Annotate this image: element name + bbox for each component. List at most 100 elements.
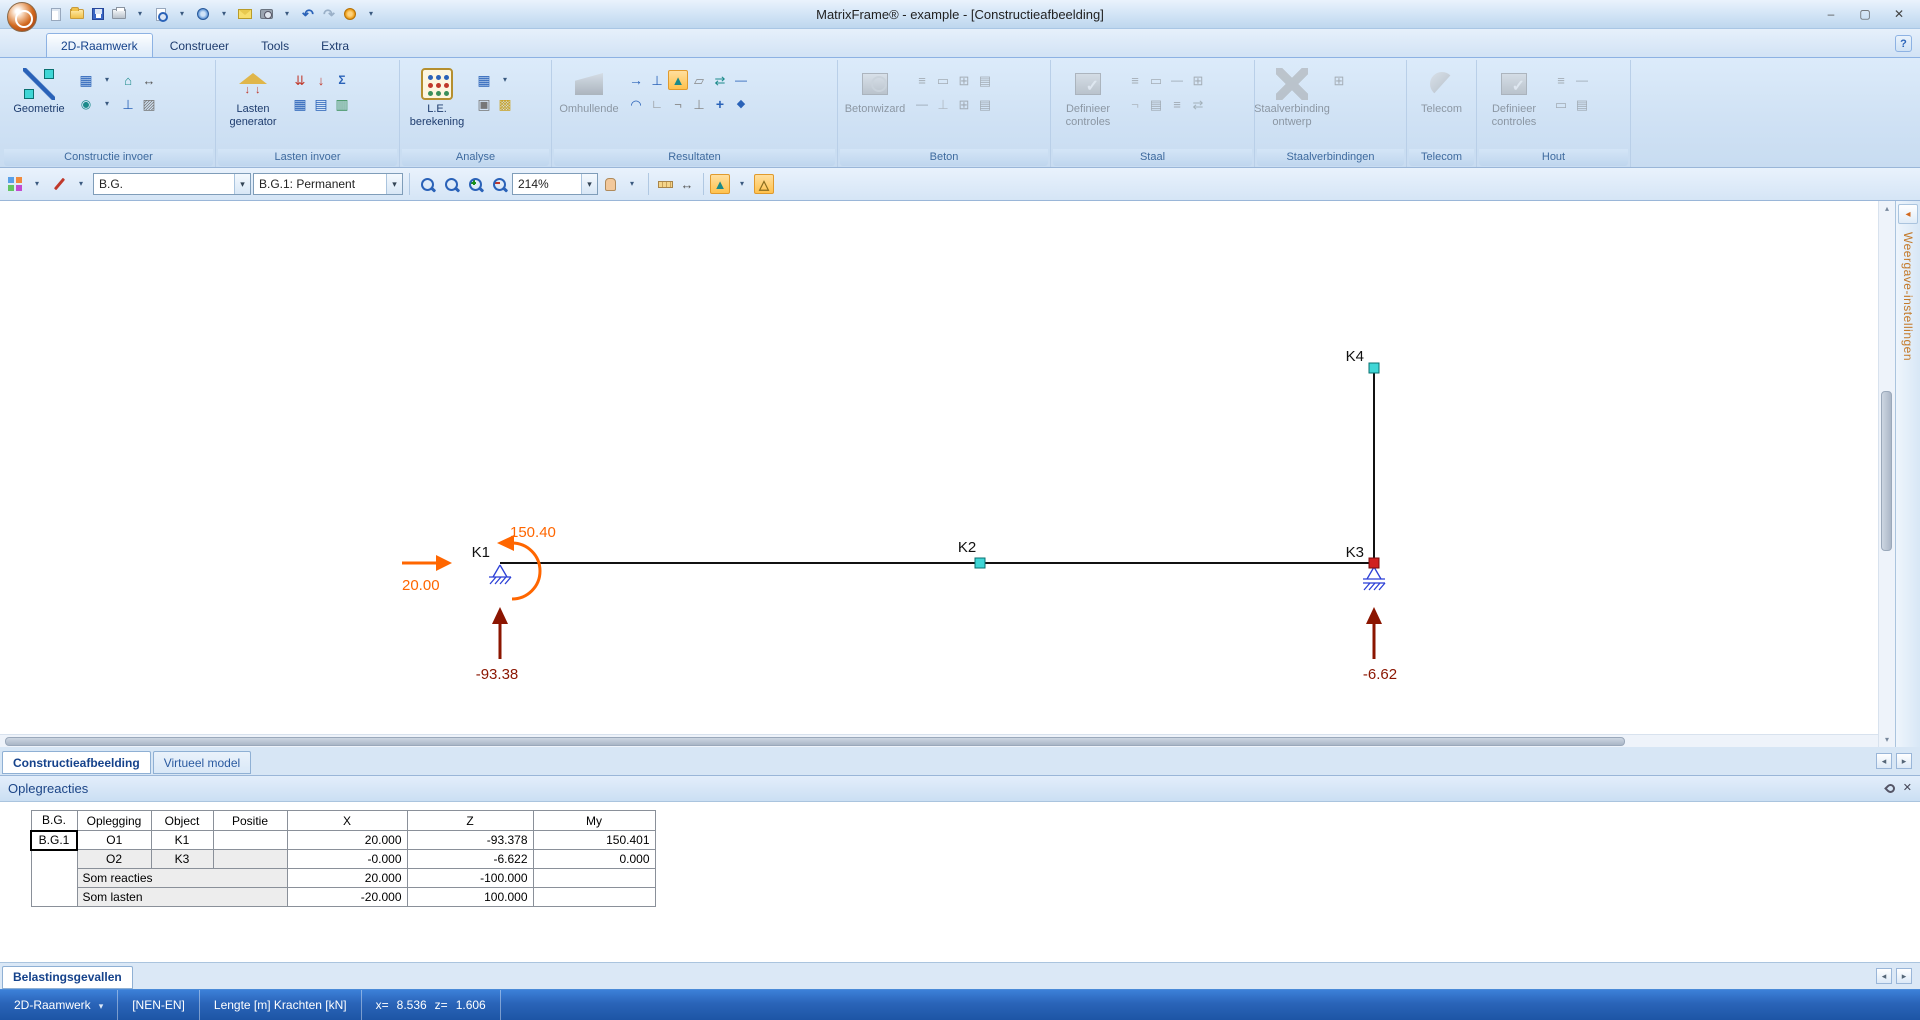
moment-diagram-button[interactable]	[668, 70, 688, 90]
horizontal-load[interactable]: 20.00	[402, 555, 452, 594]
cell-z[interactable]: -93.378	[407, 831, 533, 850]
tab-construeer[interactable]: Construeer	[155, 33, 244, 57]
material-hatch-button[interactable]	[139, 94, 159, 114]
analysis-options-button[interactable]	[495, 94, 515, 114]
point-load-button[interactable]	[311, 70, 331, 90]
minimize-button[interactable]: –	[1816, 4, 1846, 24]
concrete-reinforcement-button[interactable]	[954, 70, 974, 90]
module-selector[interactable]: 2D-Raamwerk	[0, 990, 118, 1020]
distributed-load-button[interactable]	[290, 70, 310, 90]
horizontal-scrollbar-thumb[interactable]	[5, 737, 1625, 746]
cell-x[interactable]: -20.000	[287, 888, 407, 907]
view-tabs-scroll-left[interactable]	[1876, 753, 1892, 769]
cell-object[interactable]: K3	[151, 850, 213, 869]
header-positie[interactable]: Positie	[213, 811, 287, 831]
tools-button[interactable]	[193, 3, 213, 25]
load-combinations-button[interactable]	[332, 70, 352, 90]
steel-stability-button[interactable]	[1125, 94, 1145, 114]
canvas[interactable]: K1 K2 K3 K4 20.00	[0, 201, 1878, 747]
rotation-button[interactable]	[647, 94, 667, 114]
concrete-beam-button[interactable]	[912, 70, 932, 90]
probe-tool-dropdown[interactable]	[71, 174, 91, 194]
timber-report-button[interactable]	[1572, 94, 1592, 114]
undo-button[interactable]	[298, 3, 318, 25]
deflection-button[interactable]	[626, 94, 646, 114]
horizontal-scrollbar[interactable]	[0, 734, 1878, 747]
load-case-combo-dropdown-icon[interactable]	[386, 174, 402, 194]
cell-x[interactable]: 20.000	[287, 831, 407, 850]
support-results-button[interactable]	[689, 94, 709, 114]
load-chart-button[interactable]	[332, 94, 352, 114]
steel-chart-button[interactable]	[1146, 94, 1166, 114]
steel-member-button[interactable]	[1167, 70, 1187, 90]
mail-button[interactable]	[235, 3, 255, 25]
concrete-section-button[interactable]	[933, 70, 953, 90]
cell-my[interactable]: 0.000	[533, 850, 655, 869]
calculation-dropdown[interactable]	[495, 70, 515, 90]
reactions-button[interactable]	[647, 70, 667, 90]
header-oplegging[interactable]: Oplegging	[77, 811, 151, 831]
probe-tool-button[interactable]	[49, 174, 69, 194]
steel-report-button[interactable]	[1167, 94, 1187, 114]
omhullende-button[interactable]: Omhullende	[555, 62, 623, 147]
reaction-k3[interactable]: -6.62	[1363, 607, 1397, 683]
concrete-slab-button[interactable]	[975, 70, 995, 90]
selection-mode-button[interactable]	[5, 174, 25, 194]
tab-2d-raamwerk[interactable]: 2D-Raamwerk	[46, 33, 153, 57]
print-dropdown[interactable]	[130, 3, 150, 25]
cell-z[interactable]: -6.622	[407, 850, 533, 869]
profiles-dropdown[interactable]	[97, 70, 117, 90]
timber-member-button[interactable]	[1551, 70, 1571, 90]
print-preview-button[interactable]	[151, 3, 171, 25]
shear-diagram-button[interactable]	[689, 70, 709, 90]
concrete-column-button[interactable]	[933, 94, 953, 114]
cell-oplegging[interactable]: O1	[77, 831, 151, 850]
header-object[interactable]: Object	[151, 811, 213, 831]
bottom-tabs-scroll-right[interactable]	[1896, 968, 1912, 984]
grid-ruler-button[interactable]	[655, 174, 675, 194]
cell-object[interactable]: K1	[151, 831, 213, 850]
cell-z[interactable]: 100.000	[407, 888, 533, 907]
node-k1[interactable]: K1	[472, 544, 490, 561]
cell-my[interactable]	[533, 869, 655, 888]
scroll-down-arrow[interactable]: ▾	[1879, 732, 1895, 747]
reaction-k1[interactable]: -93.38	[476, 607, 519, 683]
app-menu-button[interactable]	[7, 2, 37, 32]
qat-customize-dropdown[interactable]	[361, 3, 381, 25]
preview-dropdown[interactable]	[172, 3, 192, 25]
steel-optimize-button[interactable]	[1188, 94, 1208, 114]
cell-my[interactable]	[533, 888, 655, 907]
expand-panel-button[interactable]	[1898, 204, 1918, 224]
bottom-tabs-scroll-left[interactable]	[1876, 968, 1892, 984]
tab-constructieafbeelding[interactable]: Constructieafbeelding	[2, 751, 151, 774]
scroll-up-arrow[interactable]: ▴	[1879, 201, 1895, 216]
cell-oplegging[interactable]: O2	[77, 850, 151, 869]
bg-combo-dropdown-icon[interactable]	[234, 174, 250, 194]
cell-sum-label[interactable]: Som lasten	[77, 888, 287, 907]
calculation-settings-button[interactable]	[474, 94, 494, 114]
vertical-scrollbar-thumb[interactable]	[1881, 391, 1892, 551]
calculation-table-button[interactable]	[474, 70, 494, 90]
hout-definieer-controles-button[interactable]: Definieer controles	[1480, 62, 1548, 147]
cell-positie[interactable]	[213, 850, 287, 869]
tab-virtueel-model[interactable]: Virtueel model	[153, 751, 252, 774]
dimensions-toggle-button[interactable]	[677, 174, 697, 194]
concrete-detail-button[interactable]	[954, 94, 974, 114]
capture-button[interactable]	[256, 3, 276, 25]
cell-bg[interactable]: B.G.1	[31, 831, 77, 850]
envelope-line-button[interactable]	[668, 94, 688, 114]
vertical-scrollbar[interactable]: ▴ ▾	[1878, 201, 1895, 747]
open-button[interactable]	[67, 3, 87, 25]
panel-close-icon[interactable]	[1903, 783, 1912, 794]
timber-check-button[interactable]	[1572, 70, 1592, 90]
support-k3[interactable]	[1363, 567, 1385, 590]
connection-check-button[interactable]	[1329, 70, 1349, 90]
settings-button[interactable]	[340, 3, 360, 25]
tab-belastingsgevallen[interactable]: Belastingsgevallen	[2, 966, 133, 989]
steel-check-button[interactable]	[1188, 70, 1208, 90]
cell-my[interactable]: 150.401	[533, 831, 655, 850]
header-bg[interactable]: B.G.	[31, 811, 77, 831]
profiles-button[interactable]	[76, 70, 96, 90]
roof-generator-button[interactable]	[118, 70, 138, 90]
lasten-generator-button[interactable]: Lasten generator	[219, 62, 287, 147]
